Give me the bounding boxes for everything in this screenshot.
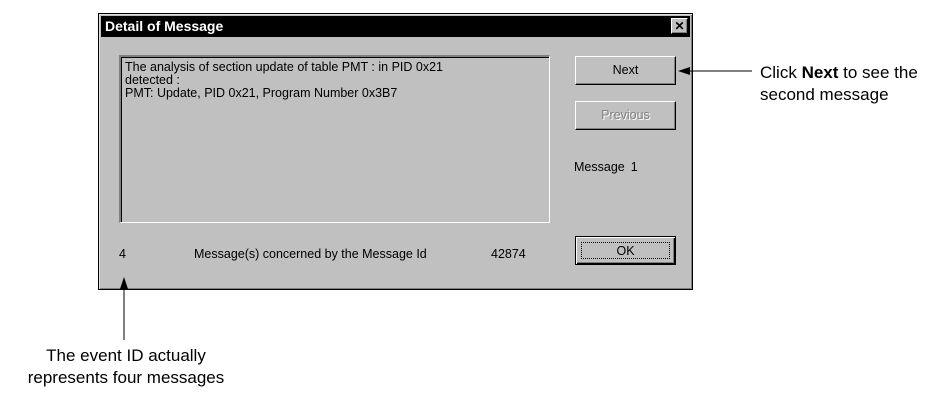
next-callout: Click Next to see the second message xyxy=(760,62,918,106)
event-callout-line2: represents four messages xyxy=(27,368,225,387)
next-callout-prefix: Click xyxy=(760,63,802,82)
event-callout-arrowhead xyxy=(120,277,128,289)
next-callout-arrowhead xyxy=(678,67,690,75)
next-callout-suffix: to see the xyxy=(838,63,918,82)
event-callout-line1: The event ID actually xyxy=(46,346,206,365)
event-callout: The event ID actually represents four me… xyxy=(10,345,242,389)
callout-arrows xyxy=(120,67,752,340)
next-callout-bold: Next xyxy=(801,63,839,82)
next-callout-line2: second message xyxy=(760,85,889,104)
